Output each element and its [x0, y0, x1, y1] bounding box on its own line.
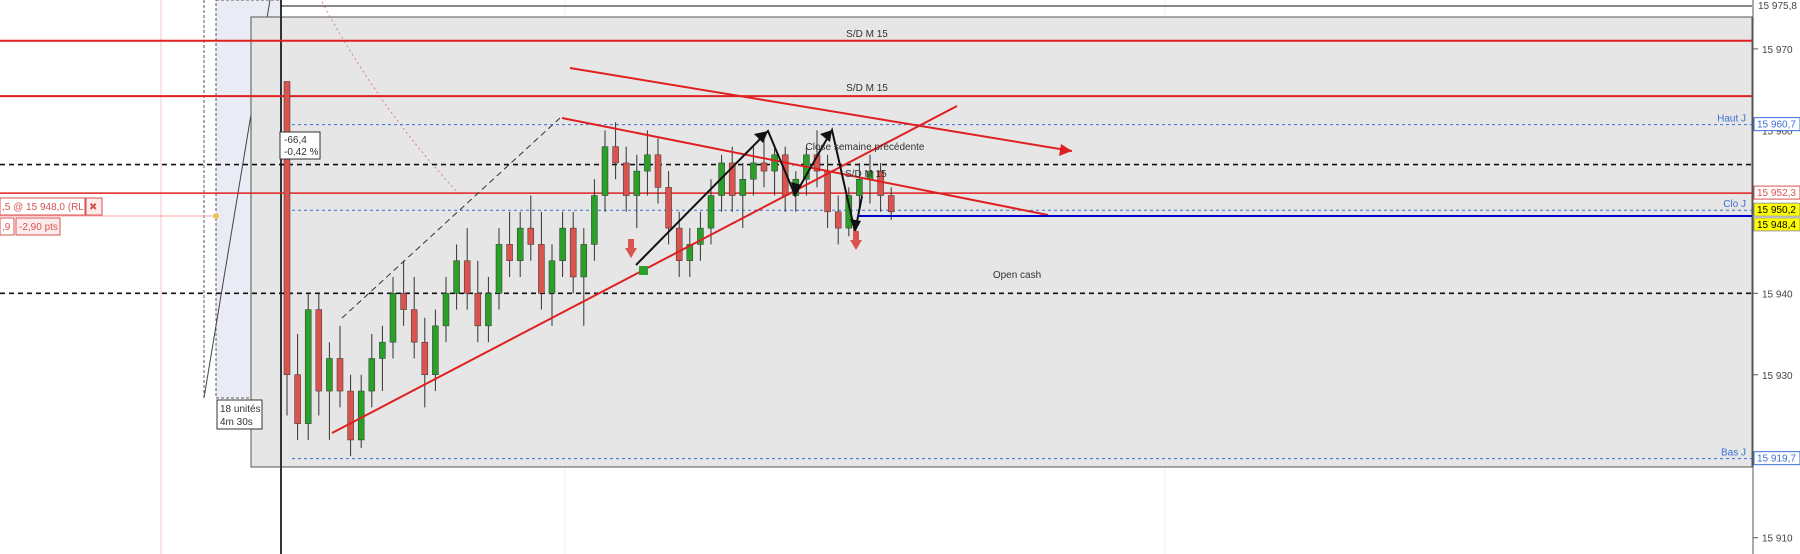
sd-m15-label-1: S/D M 15 — [846, 29, 888, 40]
candle-body — [442, 293, 450, 327]
candle-body — [675, 227, 683, 261]
y-tick-label: 15 940 — [1762, 289, 1793, 300]
candle-body — [400, 293, 407, 310]
candle-body — [612, 146, 619, 164]
marker-value: 15 960,7 — [1757, 120, 1796, 131]
candle-body — [548, 260, 556, 294]
candle-body — [516, 227, 524, 261]
sell-signal-stem-2 — [853, 231, 859, 240]
marker-label: Clo J — [1723, 199, 1746, 210]
candle-body — [601, 146, 609, 196]
timer-duration: 4m 30s — [220, 417, 253, 428]
marker-value: 15 919,7 — [1757, 454, 1796, 465]
candle-body — [569, 227, 577, 278]
candle-body — [379, 341, 386, 359]
y-tick-label: 15 930 — [1762, 371, 1793, 382]
candle-body — [389, 293, 397, 343]
candle-body — [336, 358, 344, 392]
candle-body — [432, 325, 439, 376]
candle-body — [824, 170, 831, 213]
y-tick-top: 15 975,8 — [1758, 1, 1797, 12]
candle-body — [463, 260, 471, 294]
candle-body — [315, 309, 323, 392]
sd-m15-label-2: S/D M 15 — [846, 83, 888, 94]
marker-label: Bas J — [1721, 448, 1746, 459]
buy-signal-square — [639, 266, 648, 275]
candle-body — [410, 309, 418, 343]
candle-body — [304, 309, 312, 424]
order-pnl: -2,90 pts — [19, 222, 58, 233]
candle-body — [633, 170, 641, 196]
candle-body — [665, 187, 672, 229]
candle-body — [474, 293, 482, 327]
candle-body — [856, 178, 863, 196]
candle-body — [283, 81, 291, 376]
candle-body — [644, 154, 651, 172]
marker-value: 15 948,4 — [1757, 220, 1796, 231]
candle-body — [453, 260, 460, 294]
price-chart[interactable]: S/D M 15 S/D M 15 Close semaine précéden… — [0, 0, 1800, 554]
candle-body — [538, 244, 545, 294]
candle-body — [750, 162, 757, 180]
close-icon: ✖ — [89, 202, 97, 213]
candle-body — [654, 154, 662, 188]
sd-m15-label-3: S/D M 15 — [845, 169, 887, 180]
candle-body — [580, 244, 588, 278]
marker-value: 15 950,2 — [1757, 205, 1796, 216]
candle-body — [326, 358, 333, 392]
candle-body — [495, 244, 503, 294]
candle-body — [368, 358, 376, 392]
candle-body — [347, 390, 354, 441]
y-tick-label: 15 910 — [1762, 534, 1793, 545]
move-percent: -0,42 % — [284, 147, 319, 158]
order-qty: ,9 — [2, 222, 11, 233]
marker-label: Haut J — [1717, 114, 1746, 125]
move-points: -66,4 — [284, 135, 307, 146]
candle-body — [707, 195, 715, 229]
sell-signal-stem — [628, 239, 634, 248]
candle-body — [887, 195, 895, 213]
y-tick-label: 15 970 — [1762, 45, 1793, 56]
order-text: ,5 @ 15 948,0 (RL) — [2, 202, 87, 213]
candle-body — [559, 227, 566, 261]
candle-body — [591, 195, 598, 245]
marker-value: 15 952,3 — [1757, 188, 1796, 199]
candle-body — [506, 244, 513, 261]
candle-body — [834, 211, 842, 229]
order-anchor — [213, 213, 219, 219]
candle-body — [622, 162, 630, 196]
open-cash-label: Open cash — [993, 270, 1041, 281]
timer-units: 18 unités — [220, 404, 261, 415]
candle-body — [739, 178, 747, 196]
candle-body — [294, 374, 301, 424]
candle-body — [527, 227, 535, 245]
candle-body — [485, 293, 492, 327]
candle-body — [760, 162, 768, 172]
candle-body — [421, 341, 429, 376]
close-prev-week-label: Close semaine précédente — [806, 142, 925, 153]
sd-zone — [250, 16, 1753, 468]
candle-body — [771, 154, 778, 172]
